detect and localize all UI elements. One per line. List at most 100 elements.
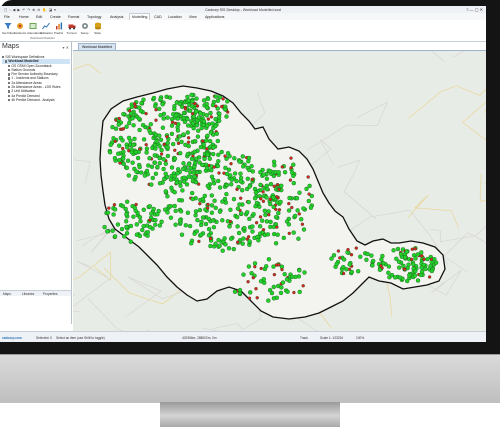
incident-marker-green[interactable] [240, 241, 245, 246]
incident-marker-green[interactable] [202, 156, 207, 162]
incident-marker-red[interactable] [420, 254, 424, 258]
incident-marker-green[interactable] [247, 216, 252, 222]
incident-marker-green[interactable] [134, 222, 139, 227]
incident-marker-green[interactable] [179, 139, 184, 145]
incident-marker-green[interactable] [129, 150, 135, 155]
incident-marker-red[interactable] [246, 235, 251, 239]
incident-marker-red[interactable] [165, 135, 169, 139]
incident-marker-green[interactable] [192, 160, 198, 166]
incident-marker-green[interactable] [192, 164, 197, 170]
incident-marker-red[interactable] [289, 166, 293, 170]
incident-marker-green[interactable] [128, 239, 133, 244]
incident-marker-green[interactable] [257, 224, 263, 229]
incident-marker-green[interactable] [271, 284, 276, 290]
incident-marker-green[interactable] [134, 169, 139, 174]
incident-marker-red[interactable] [154, 108, 158, 112]
incident-marker-red[interactable] [170, 120, 175, 124]
incident-marker-green[interactable] [331, 253, 337, 258]
incident-marker-green[interactable] [209, 168, 214, 173]
incident-marker-green[interactable] [237, 159, 242, 164]
incident-marker-green[interactable] [138, 108, 144, 114]
incident-marker-green[interactable] [125, 145, 130, 150]
setup-button[interactable]: Setup [79, 22, 90, 35]
incident-marker-green[interactable] [139, 170, 144, 175]
incident-marker-green[interactable] [174, 180, 179, 185]
incident-marker-green[interactable] [223, 165, 228, 171]
incident-marker-green[interactable] [370, 263, 375, 268]
incident-marker-green[interactable] [117, 143, 122, 148]
incident-marker-green[interactable] [334, 261, 339, 267]
incident-marker-green[interactable] [137, 164, 142, 170]
incident-marker-green[interactable] [401, 263, 406, 269]
incident-marker-red[interactable] [280, 267, 284, 272]
incident-marker-green[interactable] [291, 180, 296, 186]
incident-marker-green[interactable] [309, 193, 314, 199]
incident-marker-red[interactable] [261, 199, 266, 203]
incident-marker-green[interactable] [193, 180, 199, 185]
incident-marker-green[interactable] [253, 190, 259, 195]
incident-marker-green[interactable] [227, 224, 232, 229]
incident-marker-red[interactable] [346, 247, 350, 252]
incident-marker-green[interactable] [211, 151, 216, 157]
incident-marker-red[interactable] [251, 276, 255, 280]
incident-marker-green[interactable] [304, 186, 309, 192]
incident-marker-red[interactable] [198, 202, 202, 206]
incident-marker-green[interactable] [295, 208, 300, 213]
incident-marker-green[interactable] [201, 119, 207, 124]
incident-marker-green[interactable] [220, 248, 225, 253]
incident-marker-green[interactable] [206, 216, 211, 222]
incident-marker-red[interactable] [290, 205, 294, 210]
incident-marker-green[interactable] [411, 262, 416, 267]
incident-marker-green[interactable] [224, 171, 230, 177]
incident-marker-green[interactable] [268, 201, 273, 207]
incident-marker-green[interactable] [235, 224, 240, 229]
incident-marker-green[interactable] [307, 183, 312, 189]
tab-home[interactable]: Home [19, 15, 29, 19]
incident-marker-red[interactable] [254, 221, 259, 225]
incident-marker-green[interactable] [181, 166, 186, 172]
incident-marker-green[interactable] [177, 101, 183, 107]
incident-marker-green[interactable] [124, 165, 130, 171]
incident-marker-red[interactable] [206, 202, 210, 207]
incident-marker-green[interactable] [241, 236, 246, 241]
incident-marker-green[interactable] [415, 252, 420, 257]
incident-marker-green[interactable] [195, 217, 200, 223]
incident-marker-green[interactable] [246, 155, 252, 161]
incident-marker-green[interactable] [112, 207, 118, 212]
incident-marker-green[interactable] [189, 241, 194, 246]
incident-marker-green[interactable] [241, 272, 246, 277]
incident-marker-green[interactable] [197, 207, 203, 213]
incident-marker-green[interactable] [271, 159, 277, 164]
incident-marker-green[interactable] [157, 181, 163, 186]
incident-marker-green[interactable] [186, 143, 191, 149]
incident-marker-green[interactable] [200, 215, 206, 220]
incident-marker-red[interactable] [128, 109, 132, 113]
incident-marker-green[interactable] [181, 110, 187, 116]
incident-marker-green[interactable] [236, 230, 242, 236]
incident-marker-green[interactable] [261, 277, 266, 282]
incident-marker-green[interactable] [229, 177, 234, 182]
incident-marker-green[interactable] [421, 262, 426, 268]
incident-marker-green[interactable] [272, 163, 277, 168]
incident-marker-green[interactable] [116, 151, 121, 156]
incident-marker-green[interactable] [217, 111, 222, 117]
incident-marker-green[interactable] [201, 142, 206, 147]
incident-marker-red[interactable] [235, 187, 239, 192]
incident-marker-green[interactable] [415, 278, 421, 283]
incident-marker-green[interactable] [209, 193, 214, 198]
incident-marker-green[interactable] [112, 234, 118, 239]
incident-marker-green[interactable] [148, 122, 153, 127]
incident-marker-red[interactable] [208, 236, 213, 241]
incident-marker-green[interactable] [107, 150, 113, 155]
incident-marker-green[interactable] [212, 198, 217, 203]
incident-marker-green[interactable] [169, 116, 175, 122]
incident-marker-green[interactable] [224, 114, 229, 119]
tab-view[interactable]: View [189, 15, 197, 19]
incident-marker-red[interactable] [259, 197, 263, 201]
incident-marker-green[interactable] [150, 175, 155, 181]
incident-marker-green[interactable] [267, 168, 273, 174]
incident-marker-green[interactable] [379, 257, 384, 262]
incident-marker-green[interactable] [291, 230, 296, 235]
map-canvas[interactable] [73, 51, 486, 332]
incident-marker-green[interactable] [231, 246, 236, 252]
